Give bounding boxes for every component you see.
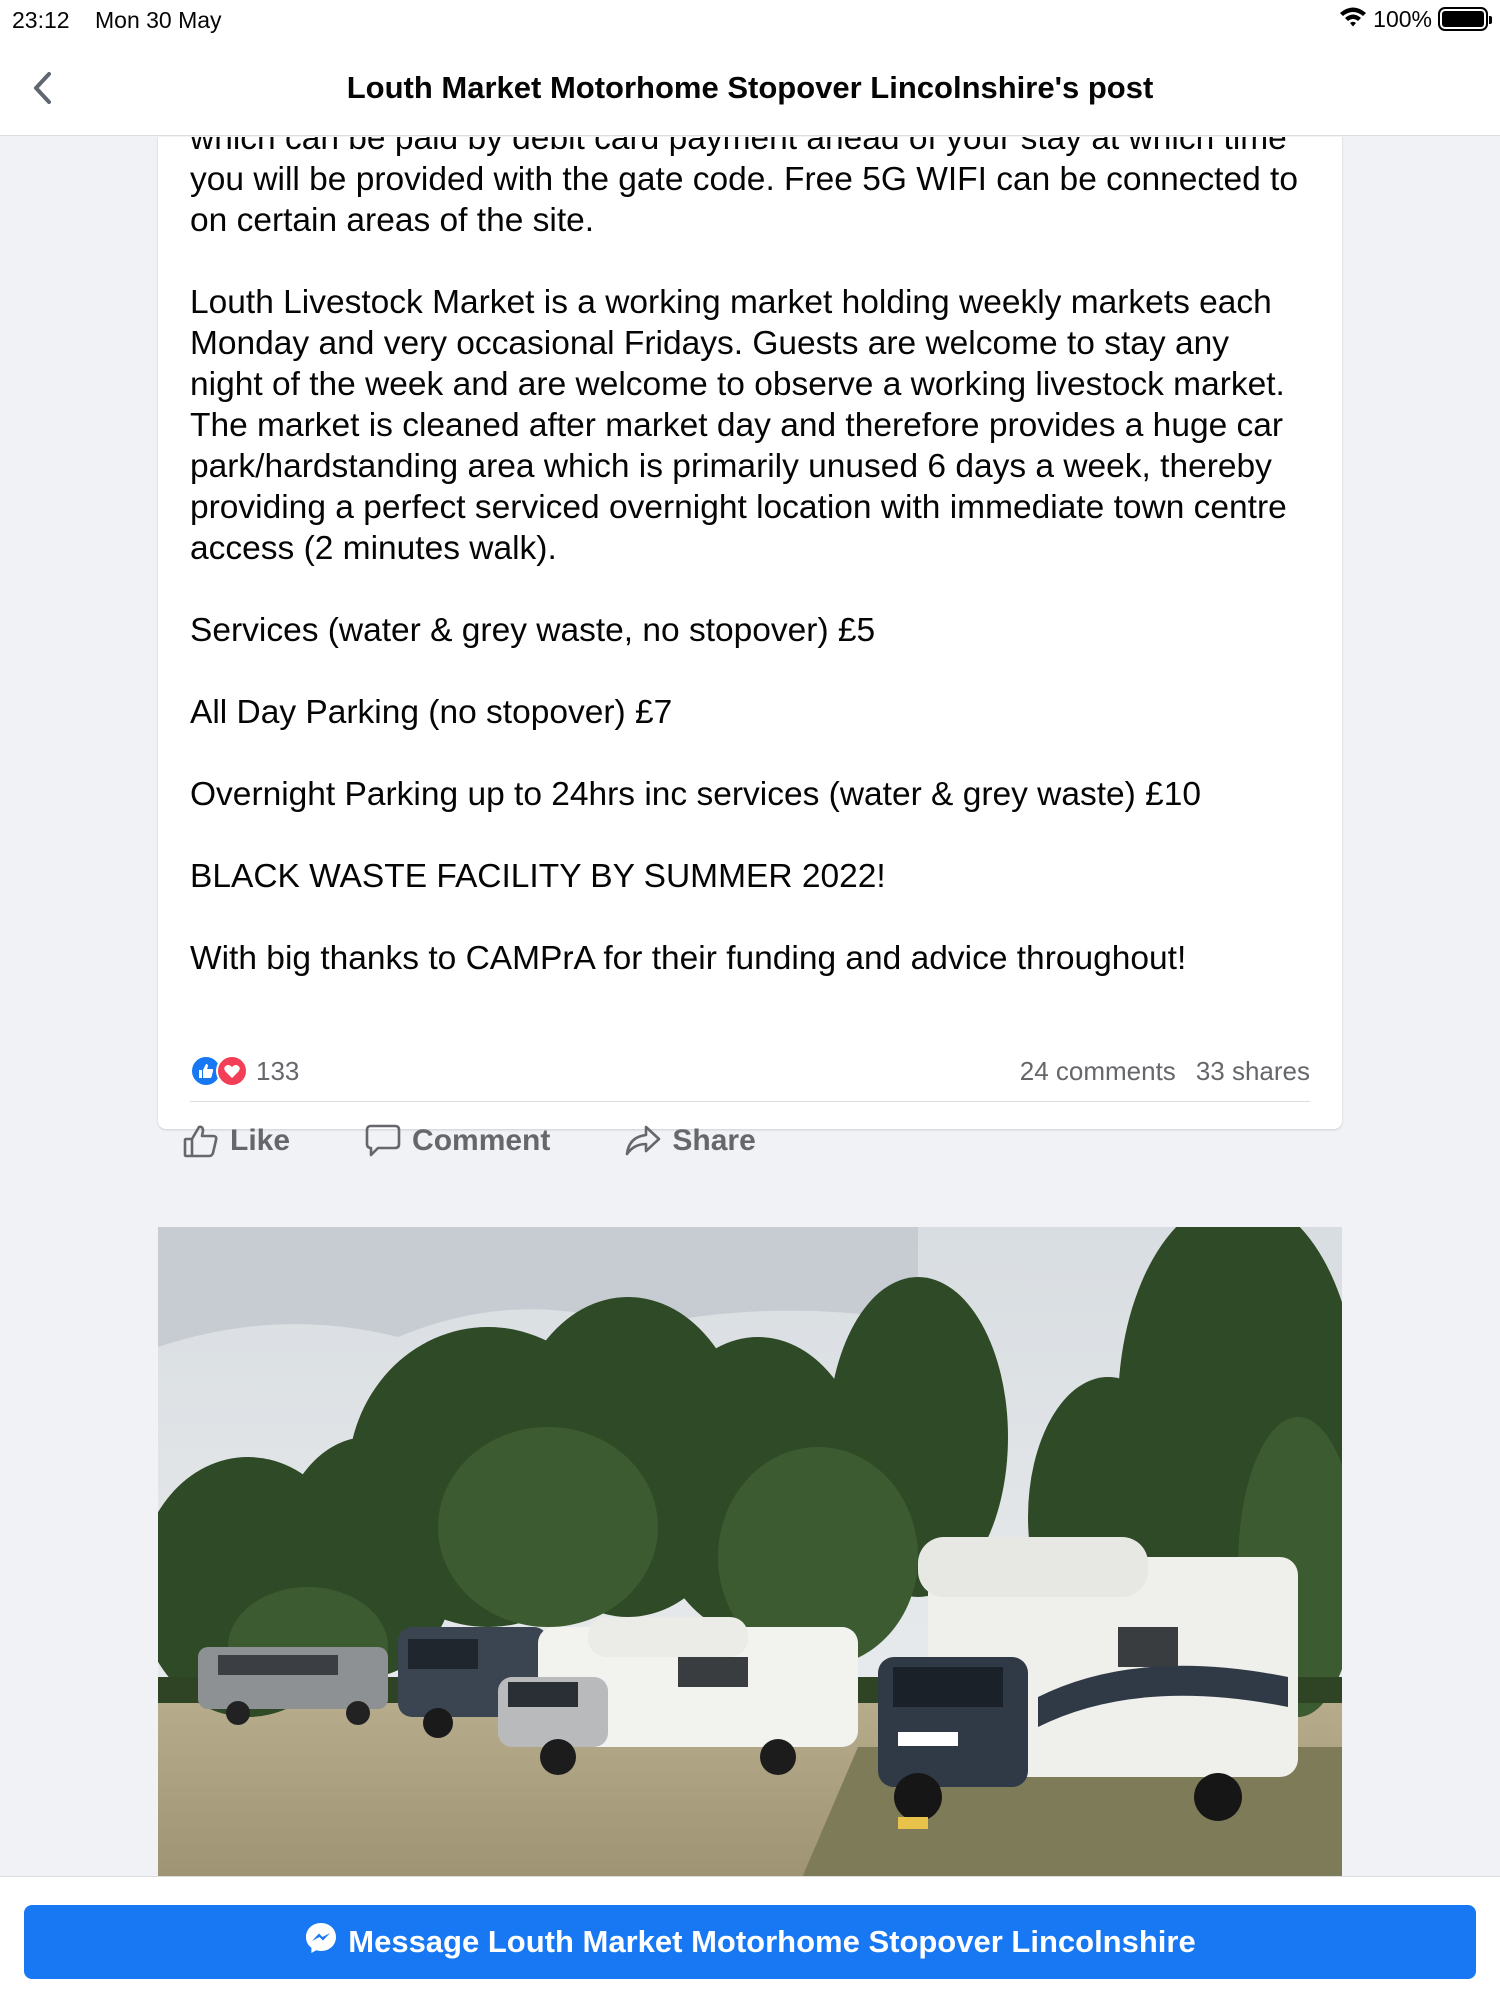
reactions-summary: 133 24 comments 33 shares (190, 1051, 1310, 1091)
battery-level (1442, 11, 1484, 27)
post-paragraph: booking (01507 350500 Monday-Friday 9am-… (190, 137, 1298, 239)
like-button[interactable]: Like (182, 1123, 290, 1159)
divider (190, 1101, 1310, 1102)
share-button[interactable]: Share (624, 1123, 756, 1159)
comment-label: Comment (412, 1124, 551, 1157)
post-photo[interactable] (158, 1227, 1342, 1877)
battery-percentage: 100% (1373, 5, 1432, 32)
post-paragraph: Overnight Parking up to 24hrs inc servic… (190, 776, 1202, 813)
comments-count[interactable]: 24 comments (1020, 1056, 1176, 1087)
messenger-icon (304, 1921, 338, 1963)
comment-button[interactable]: Comment (364, 1123, 550, 1159)
motorhome-stopover-photo (158, 1227, 1342, 1877)
page-title: Louth Market Motorhome Stopover Lincolns… (346, 70, 1154, 105)
like-label: Like (230, 1124, 291, 1157)
post-paragraph: Services (water & grey waste, no stopove… (190, 612, 876, 649)
thumbs-up-icon (183, 1125, 218, 1158)
message-button-label: Message Louth Market Motorhome Stopover … (348, 1924, 1196, 1959)
post-text: booking (01507 350500 Monday-Friday 9am-… (190, 137, 1310, 979)
post-paragraph: All Day Parking (no stopover) £7 (190, 694, 673, 731)
status-date: Mon 30 May (95, 7, 222, 33)
post-stats: 24 comments 33 shares (1020, 1056, 1310, 1087)
navigation-bar: Louth Market Motorhome Stopover Lincolns… (0, 40, 1500, 136)
post-feed: booking (01507 350500 Monday-Friday 9am-… (0, 137, 1500, 1877)
share-icon (626, 1125, 661, 1156)
reaction-count: 133 (256, 1055, 300, 1086)
status-indicators: 100% (1339, 5, 1492, 33)
post-card: booking (01507 350500 Monday-Friday 9am-… (158, 137, 1342, 1158)
comment-icon (365, 1124, 401, 1157)
bottom-bar: Message Louth Market Motorhome Stopover … (0, 1876, 1500, 2000)
love-reaction-icon (216, 1055, 248, 1087)
wifi-icon (1339, 5, 1367, 33)
reactions-link[interactable]: 133 (190, 1055, 299, 1087)
post-paragraph: With big thanks to CAMPrA for their fund… (190, 940, 1187, 977)
status-bar: 23:12 Mon 30 May 100% (0, 0, 1500, 40)
shares-count[interactable]: 33 shares (1196, 1056, 1310, 1087)
share-label: Share (672, 1124, 756, 1157)
status-time: 23:12 (12, 7, 70, 33)
post-paragraph: Louth Livestock Market is a working mark… (190, 284, 1287, 567)
post-actions: Like Comment Share (182, 1111, 830, 1171)
message-page-button[interactable]: Message Louth Market Motorhome Stopover … (24, 1905, 1476, 1979)
battery-icon (1438, 7, 1492, 31)
post-paragraph: BLACK WASTE FACILITY BY SUMMER 2022! (190, 858, 886, 895)
